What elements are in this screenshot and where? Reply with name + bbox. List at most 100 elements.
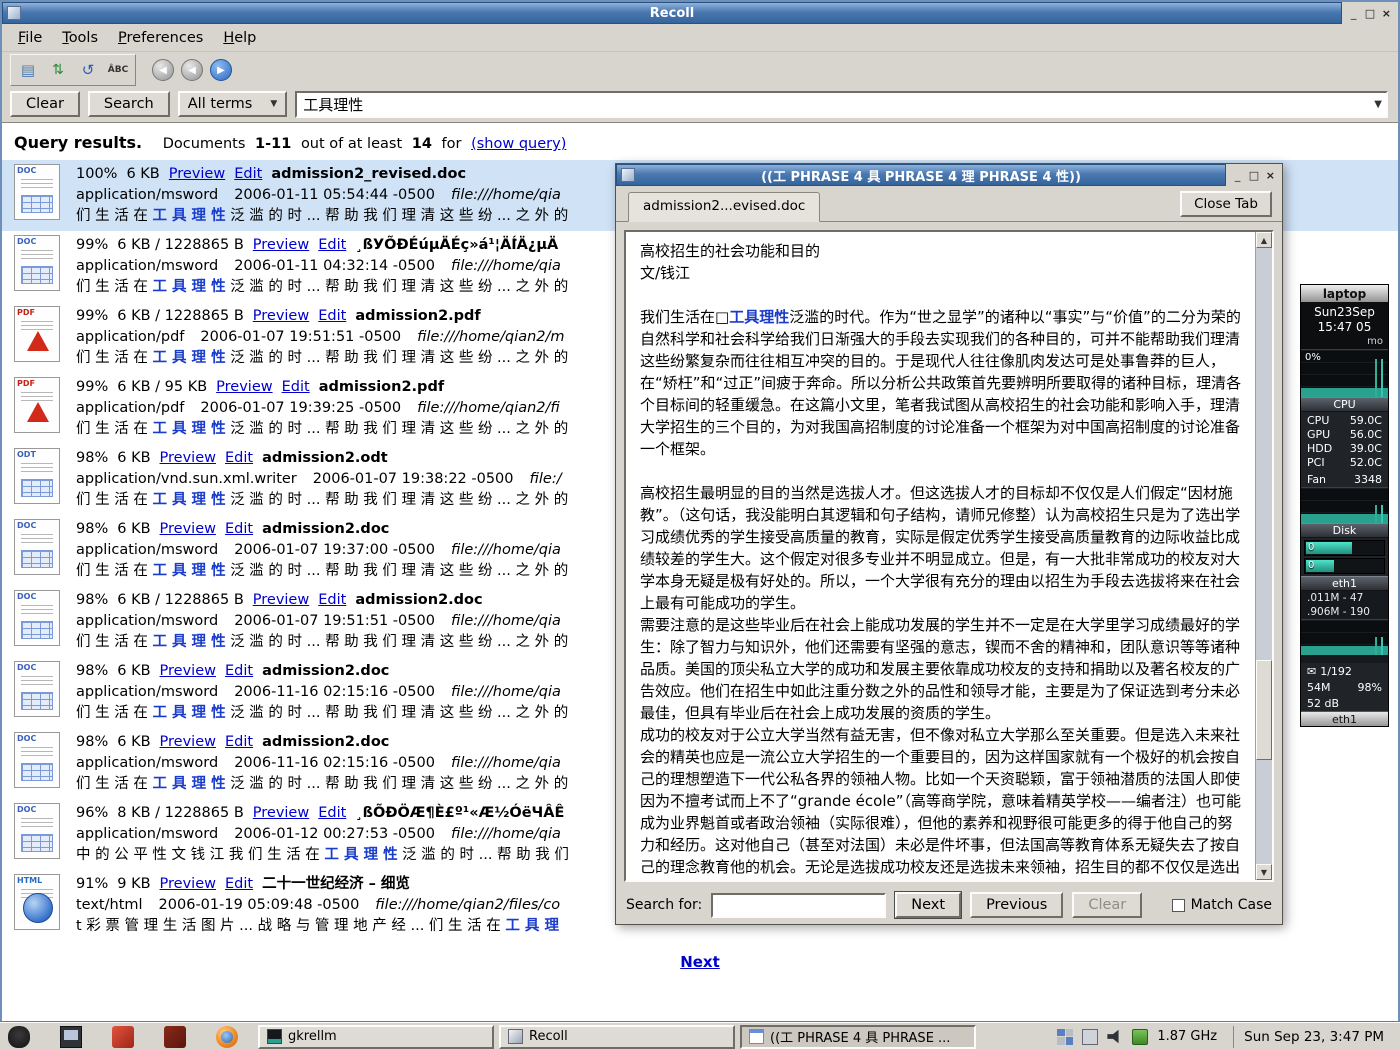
mail-row[interactable]: ✉1/192	[1301, 663, 1388, 679]
volume-icon[interactable]	[1107, 1029, 1123, 1045]
minimize-icon[interactable]: _	[1348, 6, 1359, 20]
next-page-button[interactable]: ▶	[210, 59, 232, 81]
prev-page-button[interactable]: ◀	[181, 59, 203, 81]
result-url: file:///home/qia	[451, 258, 561, 274]
result-filename: admission2.pdf	[319, 379, 444, 395]
snippet-post: 泛 滥 的 时 ... 帮 助 我 们 理 清 这 些 纷 ... 之 外 的	[226, 563, 569, 579]
menu-file[interactable]: File	[8, 26, 52, 50]
terminal-launcher-icon[interactable]	[60, 1026, 82, 1048]
recoll-titlebar[interactable]: Recoll _ □ ×	[2, 2, 1398, 24]
first-page-button[interactable]: ◀	[152, 59, 174, 81]
edit-link[interactable]: Edit	[318, 308, 346, 324]
titlebar-drag-area[interactable]: Recoll	[2, 2, 1342, 24]
task-button-recoll[interactable]: Recoll	[499, 1025, 735, 1049]
net-section-label: eth1	[1301, 576, 1388, 591]
clear-button[interactable]: Clear	[10, 91, 80, 117]
scroll-thumb[interactable]	[1256, 660, 1272, 760]
snippet-term: 工 具 理 性	[152, 208, 225, 224]
close-icon[interactable]: ×	[1381, 6, 1392, 20]
toolbar-group: ▤ ⇅ ↺ ÂBC	[10, 54, 136, 86]
result-url: file:///home/qia	[451, 826, 561, 842]
query-input[interactable]	[295, 91, 1388, 118]
query-history-icon[interactable]: ▼	[1374, 99, 1382, 110]
proc-chart[interactable]	[1301, 487, 1388, 523]
preview-tab[interactable]: admission2...evised.doc	[628, 192, 820, 222]
sort-button[interactable]: ⇅	[44, 57, 72, 83]
temp-name: GPU	[1307, 428, 1330, 442]
scroll-down-icon[interactable]: ▼	[1256, 864, 1272, 880]
preview-link[interactable]: Preview	[160, 521, 216, 537]
edit-link[interactable]: Edit	[225, 450, 253, 466]
paragraph-pre: 我们生活在□	[640, 308, 729, 326]
find-clear-button[interactable]: Clear	[1072, 892, 1142, 918]
temp-value: 59.0C	[1350, 414, 1382, 428]
match-case-checkbox[interactable]: Match Case	[1172, 897, 1272, 913]
results-table-button[interactable]: ▤	[14, 57, 42, 83]
net-chart[interactable]	[1301, 619, 1388, 655]
cpu-usage-chart[interactable]: 0%	[1301, 349, 1388, 397]
gkrellm-hostname[interactable]: laptop	[1301, 285, 1388, 302]
preview-titlebar-drag-area[interactable]: ((工 PHRASE 4 具 PHRASE 4 理 PHRASE 4 性))	[616, 164, 1226, 186]
edit-link[interactable]: Edit	[225, 734, 253, 750]
preview-link[interactable]: Preview	[160, 734, 216, 750]
snippet-post: 泛 滥 的 时 ... 帮 助 我 们 理 清 这 些 纷 ... 之 外 的	[226, 776, 569, 792]
history-button[interactable]: ↺	[74, 57, 102, 83]
edit-link[interactable]: Edit	[234, 166, 262, 182]
toolbar: ▤ ⇅ ↺ ÂBC ◀ ◀ ▶	[2, 52, 1398, 88]
edit-link[interactable]: Edit	[318, 237, 346, 253]
preview-minimize-icon[interactable]: _	[1232, 168, 1243, 182]
edit-link[interactable]: Edit	[282, 379, 310, 395]
edit-link[interactable]: Edit	[318, 805, 346, 821]
preview-link[interactable]: Preview	[169, 166, 225, 182]
edit-link[interactable]: Edit	[225, 663, 253, 679]
search-mode-combo[interactable]: All terms ▼	[178, 91, 288, 117]
power-icon[interactable]	[1132, 1029, 1148, 1045]
preview-link[interactable]: Preview	[253, 592, 309, 608]
workspace-pager-icon[interactable]	[1057, 1029, 1073, 1045]
preview-link[interactable]: Preview	[253, 805, 309, 821]
gkrellm-window[interactable]: laptop Sun23Sep 15:47 05 mo 0% CPU CPU59…	[1300, 284, 1389, 727]
file-type-label: DOC	[17, 521, 36, 530]
result-filename: 二十一世纪经济 – 细览	[262, 876, 410, 892]
window-title: Recoll	[650, 6, 694, 21]
edit-link[interactable]: Edit	[318, 592, 346, 608]
edit-link[interactable]: Edit	[225, 876, 253, 892]
preview-link[interactable]: Preview	[253, 237, 309, 253]
next-results-page-link[interactable]: Next	[680, 953, 720, 971]
package-launcher-icon[interactable]	[164, 1026, 186, 1048]
term-explorer-button[interactable]: ÂBC	[104, 57, 132, 83]
menu-preferences[interactable]: Preferences	[108, 26, 213, 50]
preview-close-icon[interactable]: ×	[1265, 168, 1276, 182]
find-previous-button[interactable]: Previous	[970, 892, 1063, 918]
editor-launcher-icon[interactable]	[112, 1026, 134, 1048]
menu-help[interactable]: Help	[213, 26, 266, 50]
search-button[interactable]: Search	[88, 91, 170, 117]
task-button-preview[interactable]: ((工 PHRASE 4 具 PHRASE ...	[740, 1025, 976, 1049]
keyboard-layout-icon[interactable]	[1082, 1029, 1098, 1045]
find-input[interactable]	[711, 893, 886, 918]
taskbar-clock[interactable]: Sun Sep 23, 3:47 PM	[1233, 1026, 1394, 1048]
preview-scrollbar[interactable]: ▲ ▼	[1255, 232, 1272, 880]
task-button-gkrellm[interactable]: gkrellm	[258, 1025, 494, 1049]
find-next-button[interactable]: Next	[895, 892, 961, 918]
result-date: 2006-01-07 19:39:25 -0500	[200, 400, 401, 416]
menu-tools[interactable]: Tools	[52, 26, 108, 50]
start-menu-icon[interactable]	[8, 1026, 30, 1048]
preview-link[interactable]: Preview	[253, 308, 309, 324]
preview-link[interactable]: Preview	[160, 450, 216, 466]
preview-link[interactable]: Preview	[160, 876, 216, 892]
preview-maximize-icon[interactable]: □	[1248, 168, 1259, 182]
preview-link[interactable]: Preview	[160, 663, 216, 679]
preview-link[interactable]: Preview	[216, 379, 272, 395]
close-tab-button[interactable]: Close Tab	[1180, 191, 1272, 217]
result-size: 6 KB	[117, 734, 150, 750]
scroll-up-icon[interactable]: ▲	[1256, 232, 1272, 248]
preview-titlebar[interactable]: ((工 PHRASE 4 具 PHRASE 4 理 PHRASE 4 性)) _…	[616, 164, 1282, 186]
show-query-link[interactable]: (show query)	[471, 136, 566, 152]
firefox-launcher-icon[interactable]	[216, 1026, 238, 1048]
window-controls: _ □ ×	[1342, 2, 1398, 24]
edit-link[interactable]: Edit	[225, 521, 253, 537]
preview-text-area[interactable]: 高校招生的社会功能和目的 文/钱江 我们生活在□工具理性泛滥的时代。作为“世之显…	[624, 230, 1274, 882]
file-type-label: HTML	[17, 876, 42, 885]
maximize-icon[interactable]: □	[1364, 6, 1375, 20]
